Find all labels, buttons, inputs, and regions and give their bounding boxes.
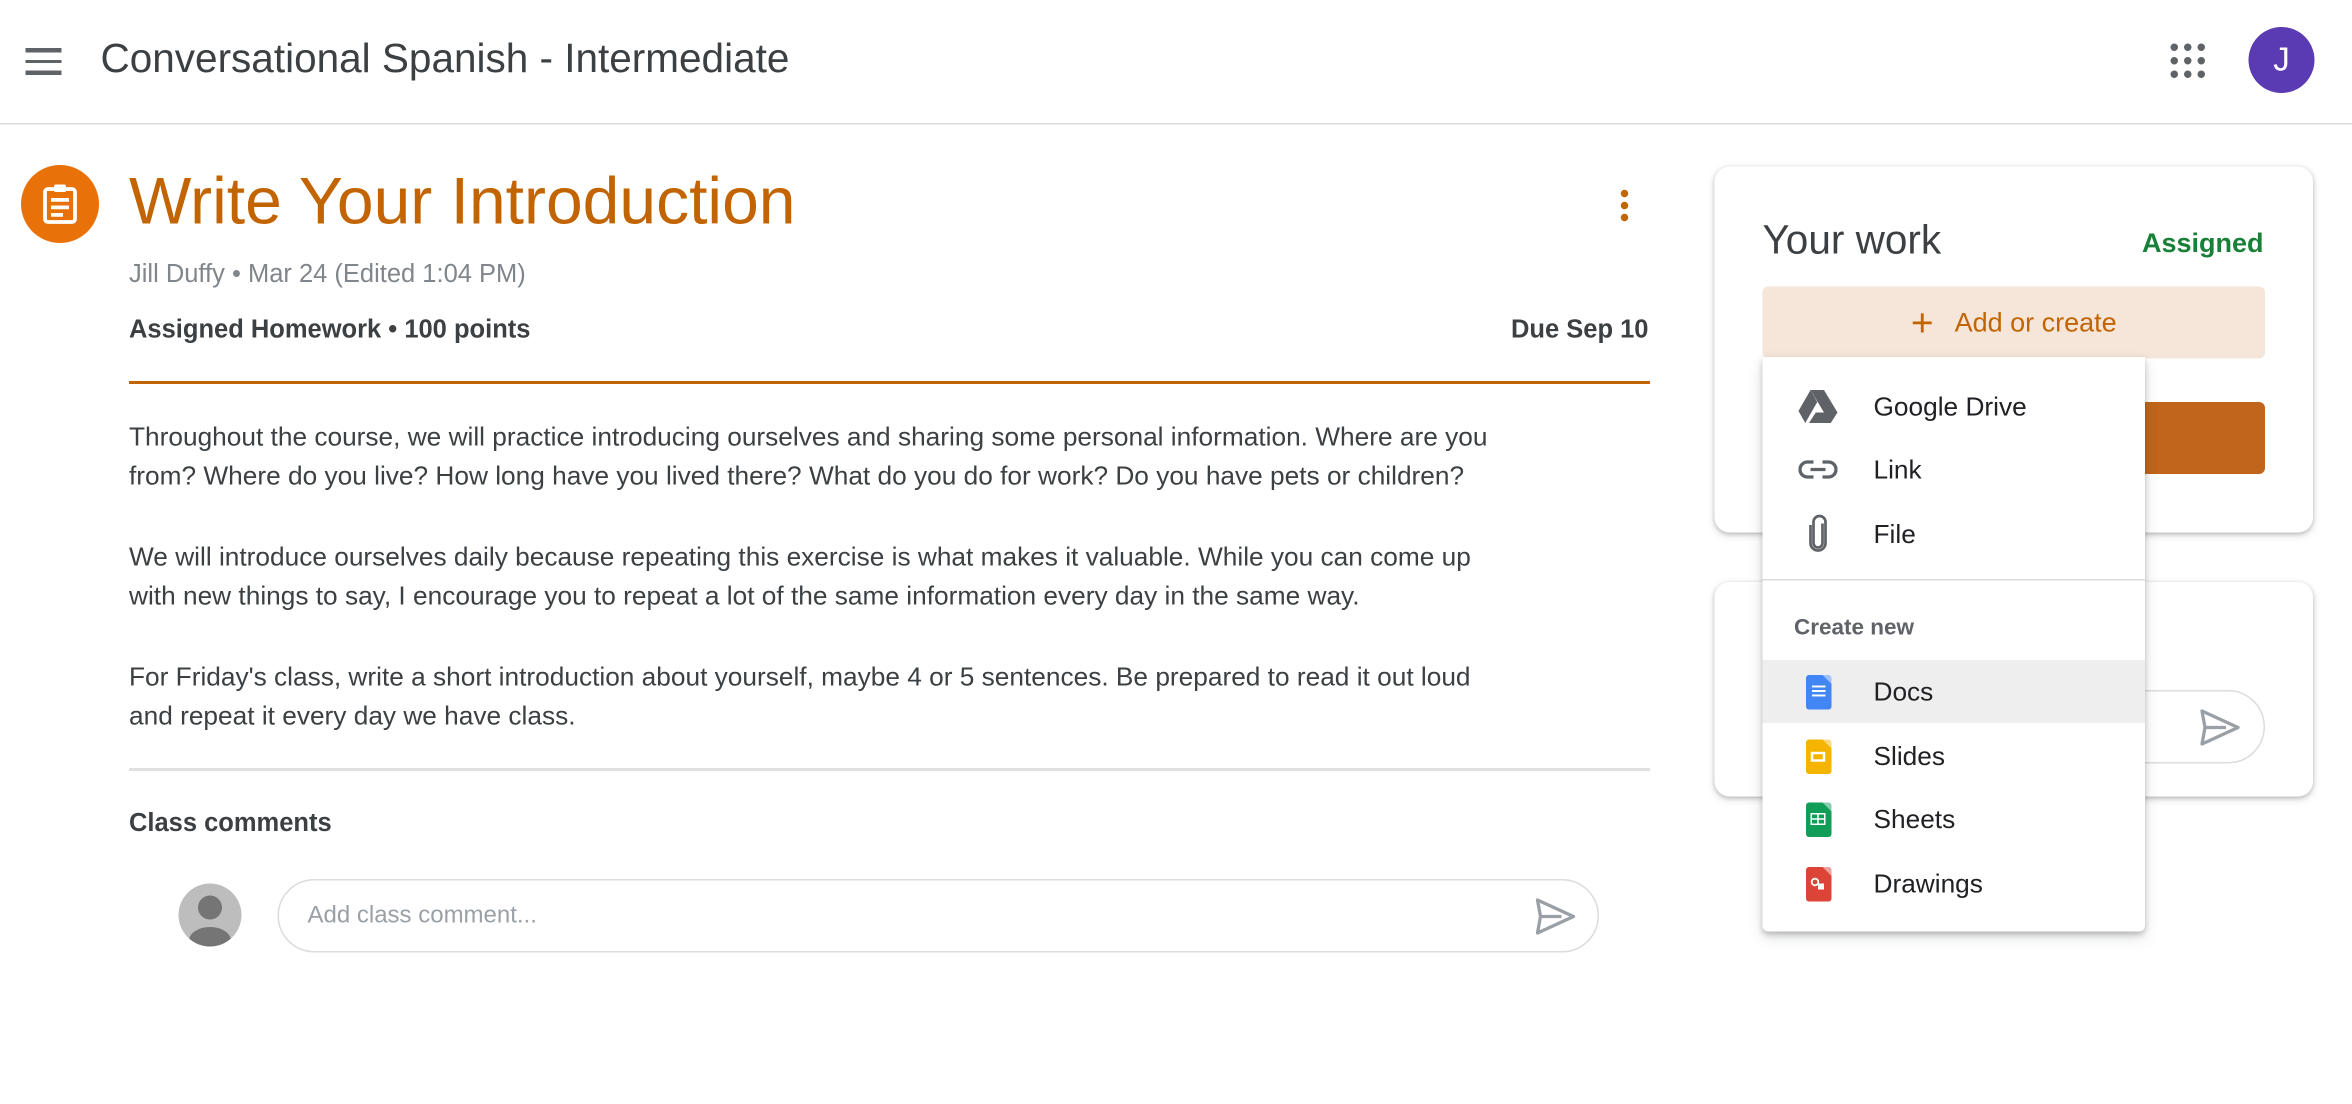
comment-placeholder: Add class comment... xyxy=(307,902,537,928)
docs-icon xyxy=(1805,674,1831,709)
status-badge: Assigned xyxy=(2141,228,2264,258)
menu-item-file[interactable]: File xyxy=(1763,503,2146,566)
assignment-title: Write Your Introduction xyxy=(129,165,796,239)
add-or-create-label: Add or create xyxy=(1954,306,2117,337)
menu-item-drawings[interactable]: Drawings xyxy=(1763,852,2146,915)
sheets-icon xyxy=(1805,801,1831,837)
paragraph: For Friday's class, write a short introd… xyxy=(129,661,1471,731)
class-comments-heading: Class comments xyxy=(129,808,332,838)
add-or-create-menu: Google Drive Link File Create new Docs S… xyxy=(1762,357,2146,932)
drawings-icon xyxy=(1805,866,1831,901)
menu-item-label: Link xyxy=(1873,453,1922,484)
apps-grid-icon[interactable] xyxy=(2170,43,2205,78)
assignment-points: Assigned Homework • 100 points xyxy=(129,315,531,344)
menu-icon[interactable] xyxy=(25,48,62,82)
avatar[interactable]: J xyxy=(2248,27,2315,93)
menu-item-slides[interactable]: Slides xyxy=(1763,725,2146,788)
menu-item-label: Sheets xyxy=(1873,803,1956,834)
send-icon[interactable] xyxy=(2199,708,2241,755)
menu-item-google-drive[interactable]: Google Drive xyxy=(1763,375,2146,438)
slides-icon xyxy=(1805,738,1831,774)
menu-item-label: Docs xyxy=(1873,675,1934,706)
menu-item-label: File xyxy=(1873,518,1916,549)
paragraph: Throughout the course, we will practice … xyxy=(129,421,1488,491)
assignment-meta: Jill Duffy • Mar 24 (Edited 1:04 PM) xyxy=(129,259,526,289)
top-bar: Conversational Spanish - Intermediate J xyxy=(0,0,2352,125)
divider xyxy=(129,381,1650,384)
menu-item-label: Google Drive xyxy=(1873,390,2027,421)
link-icon xyxy=(1763,459,1874,480)
class-title[interactable]: Conversational Spanish - Intermediate xyxy=(101,36,790,83)
create-new-heading: Create new xyxy=(1794,615,1915,641)
class-comment-input[interactable]: Add class comment... xyxy=(277,879,1599,953)
paperclip-icon xyxy=(1763,514,1874,554)
menu-item-docs[interactable]: Docs xyxy=(1762,660,2145,723)
more-options-icon[interactable] xyxy=(1616,189,1634,233)
plus-icon: + xyxy=(1910,300,1934,345)
add-or-create-button[interactable]: + Add or create xyxy=(1762,286,2265,359)
menu-item-sheets[interactable]: Sheets xyxy=(1763,788,2146,851)
menu-item-label: Drawings xyxy=(1873,867,1983,898)
assignment-icon xyxy=(21,165,99,243)
menu-item-label: Slides xyxy=(1873,740,1946,771)
menu-divider xyxy=(1762,579,2145,581)
google-drive-icon xyxy=(1763,390,1874,423)
paragraph: We will introduce ourselves daily becaus… xyxy=(129,541,1471,611)
menu-item-link[interactable]: Link xyxy=(1763,438,2146,501)
instructions: Throughout the course, we will practice … xyxy=(129,417,1487,735)
user-avatar xyxy=(178,883,242,947)
divider xyxy=(129,768,1650,771)
your-work-title: Your work xyxy=(1762,217,1942,263)
due-date: Due Sep 10 xyxy=(1511,315,1649,344)
send-icon[interactable] xyxy=(1535,897,1577,944)
